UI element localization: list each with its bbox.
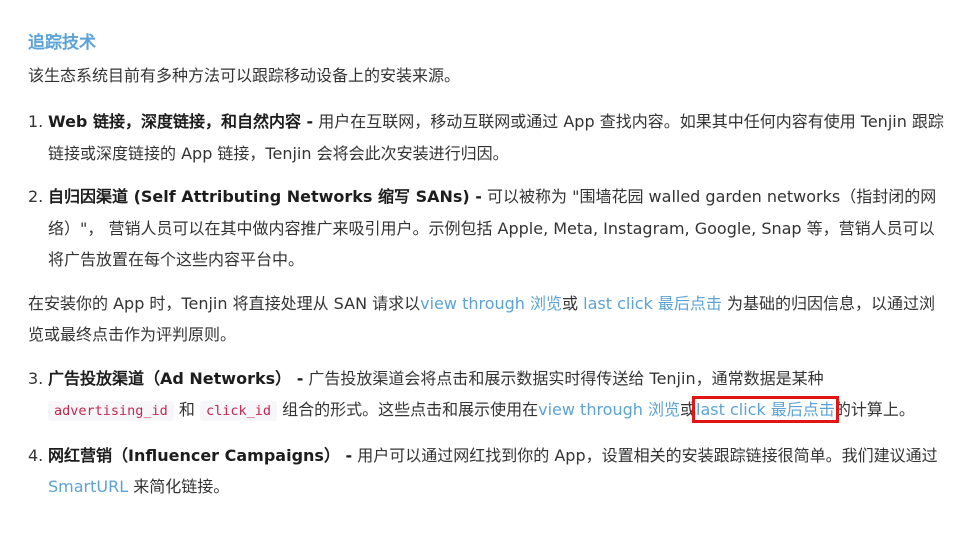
san-text: 或 bbox=[562, 293, 584, 313]
tracking-methods-list: 1. Web 链接，深度链接，和自然内容 - 用户在互联网，移动互联网或通过 A… bbox=[28, 106, 948, 276]
list-item-influencer: 4. 网红营销（Influencer Campaigns） - 用户可以通过网红… bbox=[28, 440, 948, 503]
san-paragraph: 在安装你的 App 时，Tenjin 将直接处理从 SAN 请求以view th… bbox=[28, 288, 948, 351]
item-text: 和 bbox=[173, 400, 200, 419]
item-text: 用户可以通过网红找到你的 App，设置相关的安装跟踪链接很简单。我们建议通过 bbox=[352, 445, 938, 465]
view-through-link[interactable]: view through 浏览 bbox=[420, 294, 562, 313]
item-title: 自归因渠道 (Self Attributing Networks 缩写 SANs… bbox=[48, 187, 482, 206]
item-text: 广告投放渠道会将点击和展示数据实时得传送给 Tenjin，通常数据是某种 bbox=[303, 368, 824, 388]
list-number: 2. bbox=[28, 187, 44, 206]
item-text: 组合的形式。这些点击和展示使用在 bbox=[277, 400, 539, 419]
view-through-link[interactable]: view through 浏览 bbox=[538, 400, 680, 419]
item-text: 来简化链接。 bbox=[128, 477, 230, 496]
last-click-link-highlighted[interactable]: last click 最后点击 bbox=[692, 396, 839, 423]
article-section: 追踪技术 该生态系统目前有多种方法可以跟踪移动设备上的安装来源。 1. Web … bbox=[28, 30, 948, 515]
san-text: 在安装你的 App 时，Tenjin 将直接处理从 SAN 请求以 bbox=[28, 293, 421, 313]
list-item-body: 广告投放渠道（Ad Networks） - 广告投放渠道会将点击和展示数据实时得… bbox=[48, 363, 948, 428]
list-number: 4. bbox=[28, 445, 44, 465]
list-item-body: 网红营销（Influencer Campaigns） - 用户可以通过网红找到你… bbox=[48, 440, 948, 503]
list-item-web-links: 1. Web 链接，深度链接，和自然内容 - 用户在互联网，移动互联网或通过 A… bbox=[28, 106, 948, 169]
item-text: 的计算上。 bbox=[834, 400, 915, 419]
item-title: 广告投放渠道（Ad Networks） - bbox=[48, 368, 304, 388]
section-heading: 追踪技术 bbox=[28, 33, 96, 53]
list-item-ad-networks: 3. 广告投放渠道（Ad Networks） - 广告投放渠道会将点击和展示数据… bbox=[28, 363, 948, 428]
click-id-code: click_id bbox=[199, 401, 278, 421]
list-item-body: 自归因渠道 (Self Attributing Networks 缩写 SANs… bbox=[48, 181, 948, 276]
list-number: 1. bbox=[28, 112, 44, 131]
list-item-sans: 2. 自归因渠道 (Self Attributing Networks 缩写 S… bbox=[28, 181, 948, 276]
item-title: Web 链接，深度链接，和自然内容 - bbox=[48, 112, 314, 131]
tracking-methods-list-continued: 3. 广告投放渠道（Ad Networks） - 广告投放渠道会将点击和展示数据… bbox=[28, 363, 948, 503]
item-text: 或 bbox=[680, 400, 697, 419]
advertising-id-code: advertising_id bbox=[48, 401, 174, 421]
item-title: 网红营销（Influencer Campaigns） - bbox=[48, 445, 353, 465]
smarturl-link[interactable]: SmartURL bbox=[48, 477, 128, 496]
list-item-body: Web 链接，深度链接，和自然内容 - 用户在互联网，移动互联网或通过 App … bbox=[48, 106, 948, 169]
intro-text: 该生态系统目前有多种方法可以跟踪移动设备上的安装来源。 bbox=[28, 66, 461, 85]
last-click-link[interactable]: last click 最后点击 bbox=[583, 294, 722, 313]
list-number: 3. bbox=[28, 368, 44, 388]
